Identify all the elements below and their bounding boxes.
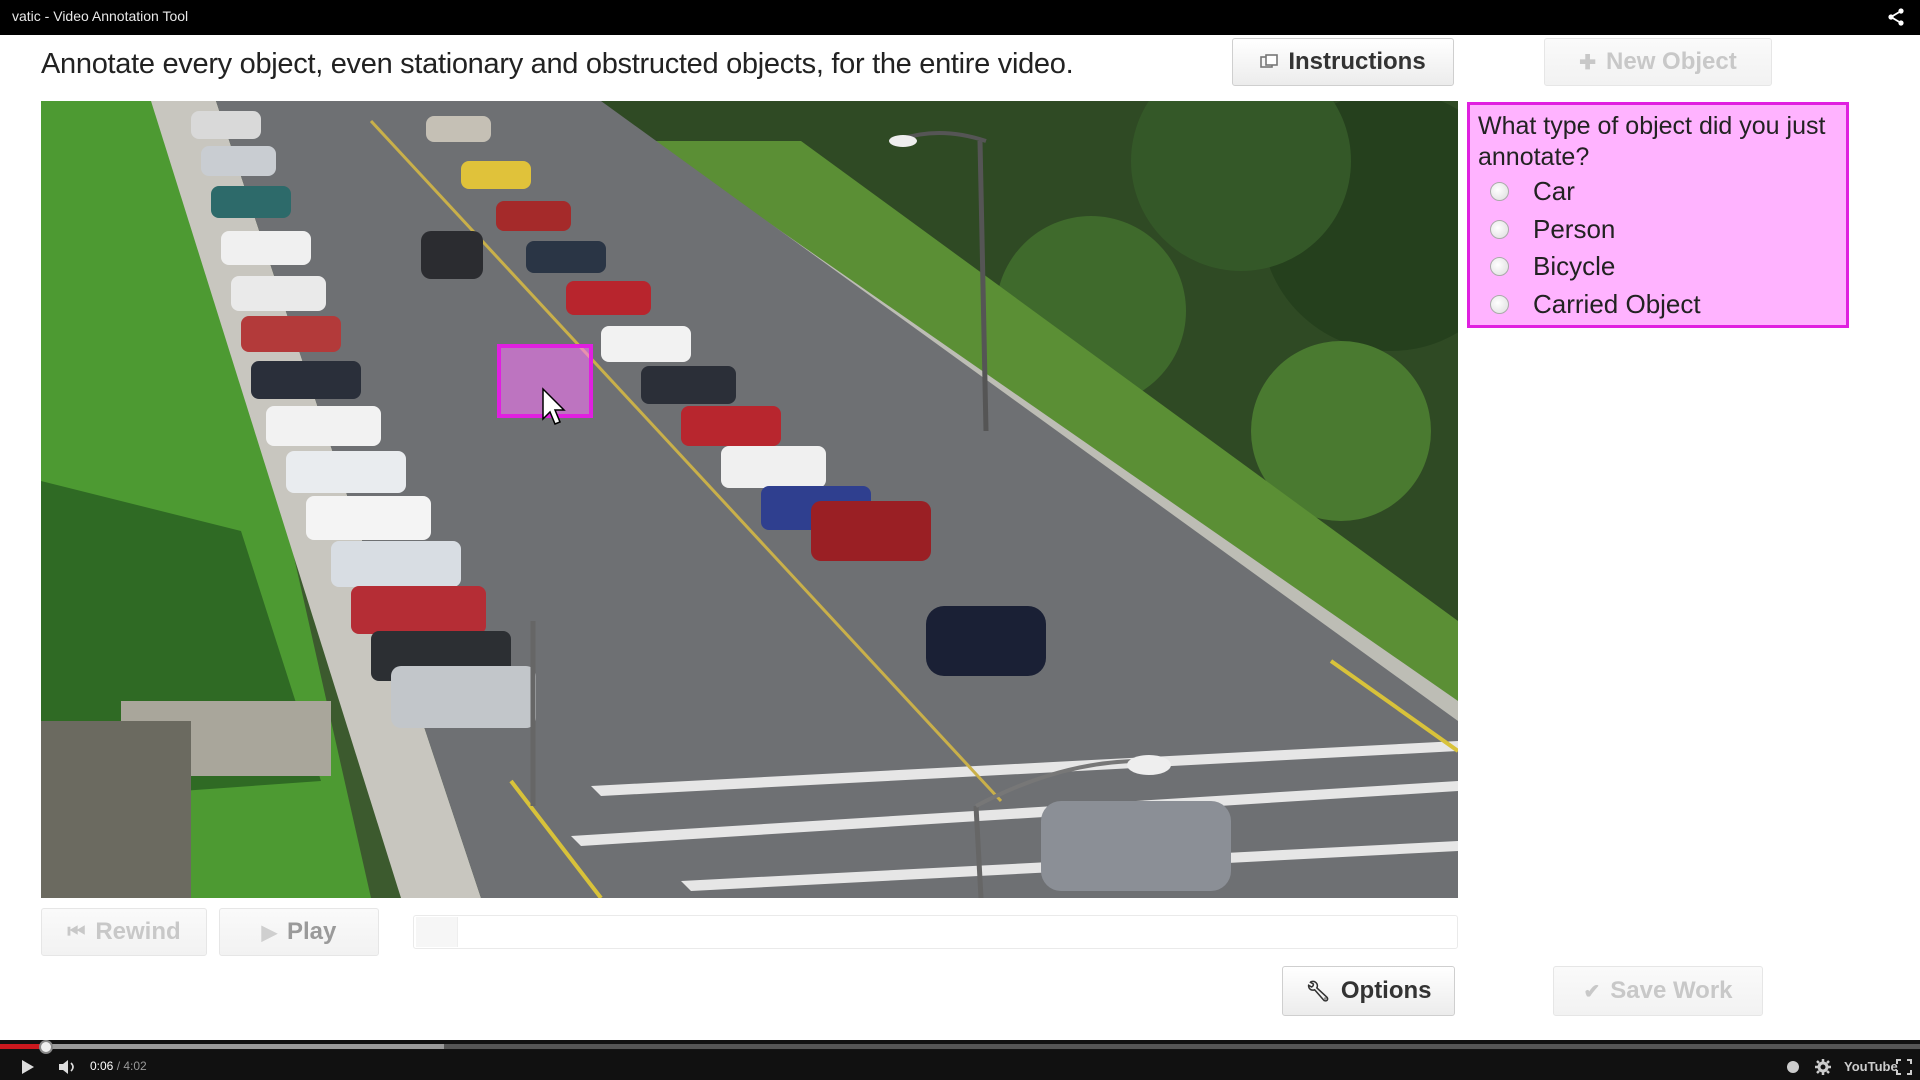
check-icon: ✔ bbox=[1583, 980, 1601, 1003]
radio-car[interactable] bbox=[1490, 182, 1509, 202]
option-carried-object-label: Carried Object bbox=[1533, 288, 1701, 319]
instructions-button-label: Instructions bbox=[1288, 48, 1426, 75]
radio-carried-object[interactable] bbox=[1490, 294, 1509, 314]
instructions-icon bbox=[1260, 54, 1279, 68]
fullscreen-icon[interactable] bbox=[1896, 1059, 1912, 1075]
window-title: vatic - Video Annotation Tool bbox=[12, 8, 189, 24]
rewind-button[interactable]: ⏮ Rewind bbox=[41, 908, 207, 956]
object-type-question: What type of object did you just annotat… bbox=[1467, 102, 1849, 328]
current-time: 0:06 bbox=[90, 1059, 114, 1073]
option-car-label: Car bbox=[1533, 176, 1575, 207]
video-frame[interactable] bbox=[41, 101, 1458, 898]
instructions-button[interactable]: Instructions bbox=[1232, 38, 1454, 86]
timeline-slider-handle[interactable] bbox=[416, 917, 458, 947]
play-button[interactable]: ▶ Play bbox=[219, 908, 379, 956]
options-button[interactable]: 🔧︎ Options bbox=[1282, 966, 1455, 1016]
save-work-button[interactable]: ✔ Save Work bbox=[1553, 966, 1763, 1016]
option-bicycle[interactable]: Bicycle bbox=[1478, 248, 1838, 286]
window-title-bar: vatic - Video Annotation Tool bbox=[0, 0, 1920, 35]
radio-person[interactable] bbox=[1490, 219, 1509, 239]
question-prompt: What type of object did you just annotat… bbox=[1478, 112, 1826, 171]
save-work-button-label: Save Work bbox=[1610, 977, 1733, 1004]
instruction-text: Annotate every object, even stationary a… bbox=[41, 48, 1074, 80]
yt-play-icon[interactable] bbox=[20, 1059, 36, 1075]
radio-bicycle[interactable] bbox=[1490, 257, 1509, 277]
share-icon[interactable] bbox=[1886, 7, 1906, 27]
video-scene bbox=[41, 101, 1458, 898]
settings-icon[interactable] bbox=[1814, 1058, 1832, 1076]
video-progress-bar[interactable] bbox=[0, 1040, 1920, 1054]
time-display: 0:06 / 4:02 bbox=[90, 1059, 147, 1073]
option-person-label: Person bbox=[1533, 213, 1616, 244]
rewind-button-label: Rewind bbox=[95, 918, 181, 945]
progress-loaded bbox=[0, 1044, 444, 1049]
volume-icon[interactable] bbox=[58, 1059, 80, 1075]
progress-scrubber[interactable] bbox=[39, 1040, 54, 1054]
option-carried-object[interactable]: Carried Object bbox=[1478, 286, 1838, 324]
play-icon: ▶ bbox=[261, 921, 277, 944]
option-car[interactable]: Car bbox=[1478, 173, 1838, 211]
timeline-slider[interactable] bbox=[413, 915, 1458, 949]
options-button-label: Options bbox=[1340, 977, 1432, 1004]
time-separator: / bbox=[113, 1059, 124, 1073]
play-button-label: Play bbox=[287, 918, 337, 945]
new-object-button[interactable]: ✚ New Object bbox=[1544, 38, 1772, 86]
rewind-icon: ⏮ bbox=[67, 920, 86, 943]
plus-icon: ✚ bbox=[1579, 51, 1597, 74]
new-object-button-label: New Object bbox=[1606, 48, 1737, 75]
option-person[interactable]: Person bbox=[1478, 211, 1838, 249]
option-bicycle-label: Bicycle bbox=[1533, 251, 1616, 282]
wrench-icon: 🔧︎ bbox=[1305, 980, 1331, 1003]
youtube-logo[interactable]: YouTube bbox=[1844, 1059, 1898, 1074]
annotations-icon[interactable] bbox=[1786, 1060, 1800, 1074]
duration: 4:02 bbox=[123, 1059, 147, 1073]
moving-car bbox=[421, 231, 483, 279]
